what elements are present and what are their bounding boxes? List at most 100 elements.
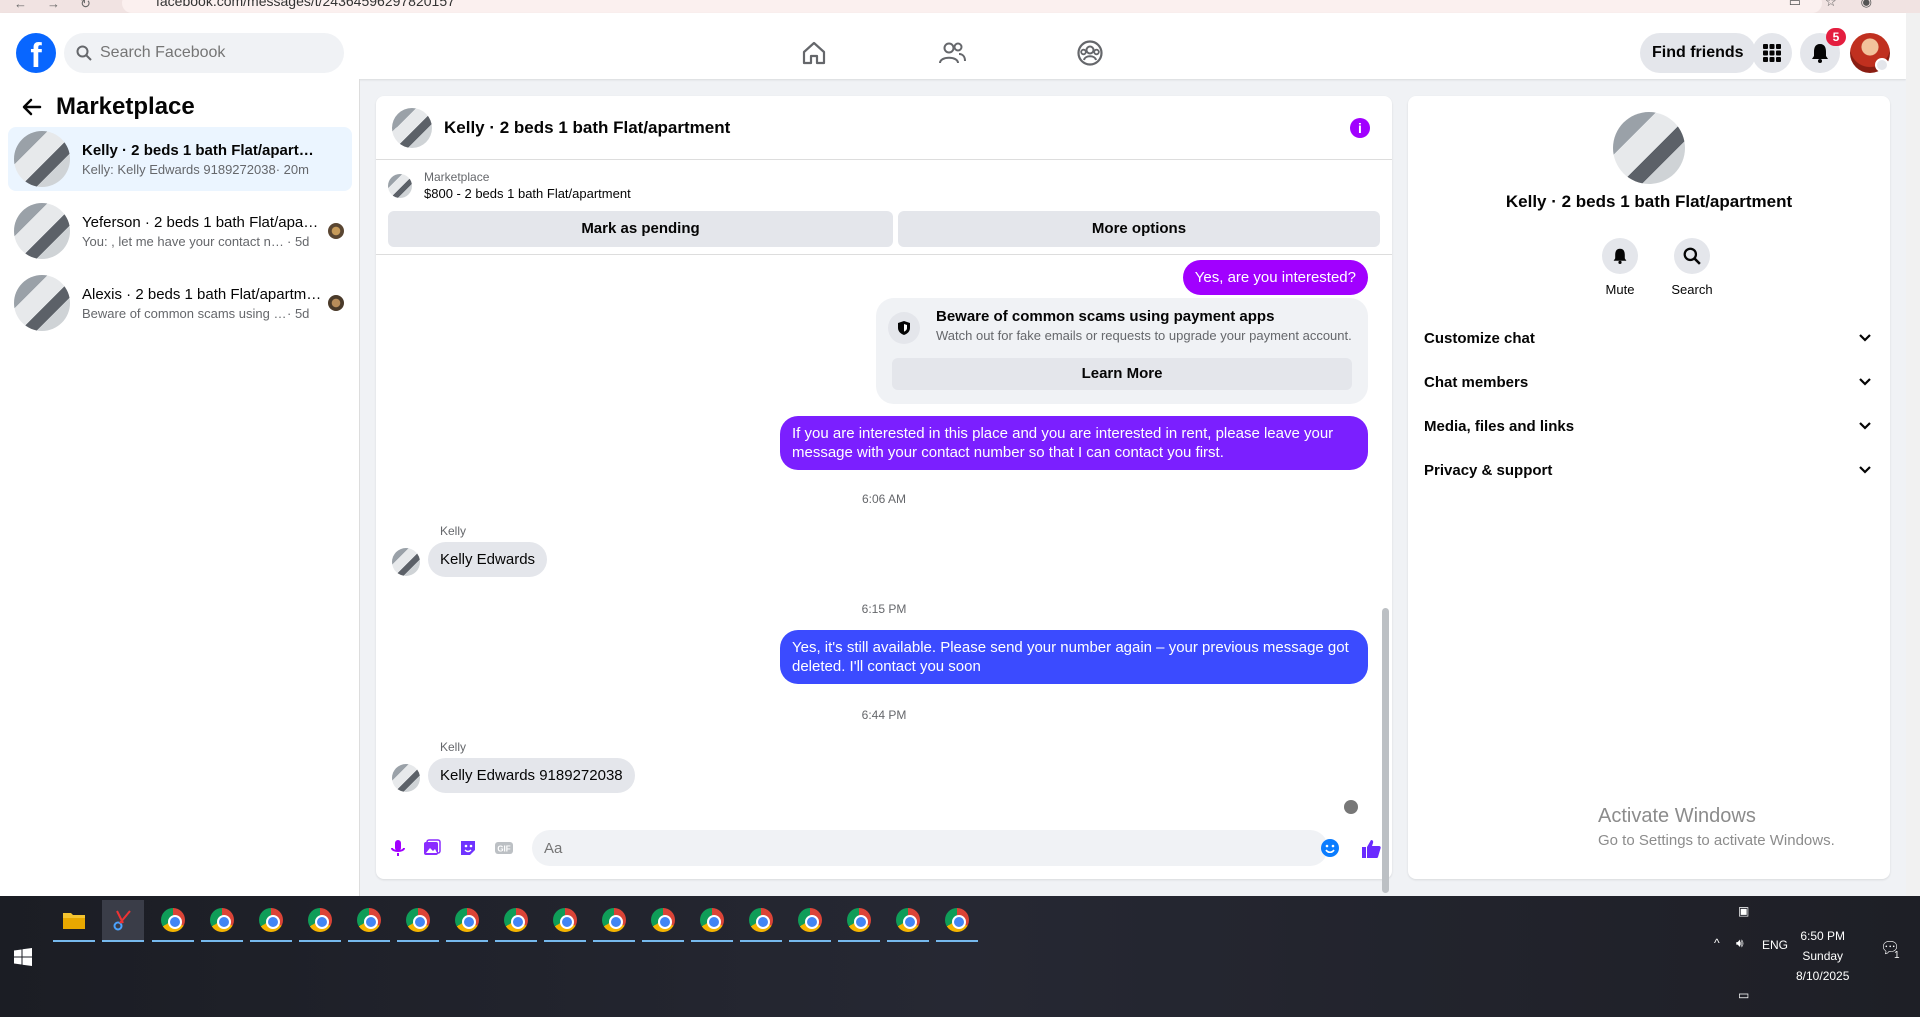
chrome-icon <box>798 908 822 932</box>
forward-arrow-icon[interactable]: → <box>47 0 60 12</box>
volume-icon[interactable]: 🔊︎ <box>1736 936 1744 951</box>
search-action[interactable]: Search <box>1662 238 1722 297</box>
chevron-down-icon[interactable] <box>1875 58 1889 72</box>
search-icon <box>1683 247 1701 265</box>
windows-start-icon[interactable] <box>14 948 32 966</box>
section-chat-members[interactable]: Chat members <box>1416 362 1882 402</box>
network-icon[interactable]: ▭ <box>1738 988 1749 1002</box>
gif-icon[interactable]: GIF <box>494 838 514 858</box>
chat-header: Kelly · 2 beds 1 bath Flat/apartment i <box>376 96 1392 160</box>
reload-icon[interactable]: ↻ <box>80 0 91 12</box>
address-bar[interactable]: facebook.com/messages/t/2436459629782015… <box>122 0 1822 13</box>
chrome-taskbar-icon[interactable] <box>299 900 341 942</box>
conversation-preview: You: , let me have your contact number <box>82 233 287 249</box>
conversation-item-kelly[interactable]: Kelly · 2 beds 1 bath Flat/apartment Kel… <box>8 127 352 191</box>
file-explorer-taskbar-icon[interactable] <box>53 900 95 942</box>
chrome-icon <box>357 908 381 932</box>
profile-icon[interactable]: ◉ <box>1861 0 1872 10</box>
listing-thumbnail <box>14 203 70 259</box>
message-timestamp: 6:06 AM <box>861 492 907 506</box>
system-clock[interactable]: 6:50 PM Sunday 8/10/2025 <box>1796 926 1849 986</box>
chrome-taskbar-icon[interactable] <box>446 900 488 942</box>
search-in-chat-button[interactable] <box>1674 238 1710 274</box>
conversation-item-yeferson[interactable]: Yeferson · 2 beds 1 bath Flat/apartment … <box>8 199 352 263</box>
sidebar-header: Marketplace <box>22 93 195 121</box>
chevron-down-icon <box>1859 466 1871 474</box>
listing-info[interactable]: Marketplace $800 - 2 beds 1 bath Flat/ap… <box>388 170 631 201</box>
marketplace-listing-bar: Marketplace $800 - 2 beds 1 bath Flat/ap… <box>376 160 1392 255</box>
sticker-icon[interactable] <box>458 838 478 858</box>
conversation-time: · 5d <box>287 305 310 321</box>
friends-nav-icon[interactable] <box>938 39 966 67</box>
chrome-taskbar-icon[interactable] <box>593 900 635 942</box>
chrome-icon <box>308 908 332 932</box>
incoming-message: Kelly Edwards <box>428 542 548 577</box>
sender-avatar <box>392 764 420 792</box>
mark-as-pending-button[interactable]: Mark as pending <box>388 211 893 247</box>
chrome-taskbar-icon[interactable] <box>348 900 390 942</box>
conversation-name: Yeferson · 2 beds 1 bath Flat/apartment <box>82 213 322 231</box>
photo-icon[interactable] <box>422 838 442 858</box>
chrome-taskbar-icon[interactable] <box>691 900 733 942</box>
chrome-taskbar-icon[interactable] <box>642 900 684 942</box>
svg-text:GIF: GIF <box>497 845 510 854</box>
bookmark-star-icon[interactable]: ☆ <box>1825 0 1837 10</box>
groups-nav-icon[interactable] <box>1076 39 1104 67</box>
chat-panel: Kelly · 2 beds 1 bath Flat/apartment i M… <box>376 96 1392 893</box>
chrome-taskbar-icon[interactable] <box>936 900 978 942</box>
back-arrow-icon[interactable] <box>22 97 42 117</box>
section-label: Chat members <box>1424 373 1529 391</box>
page-scrollbar[interactable] <box>1906 13 1920 896</box>
conversation-item-alexis[interactable]: Alexis · 2 beds 1 bath Flat/apartment Be… <box>8 271 352 335</box>
listing-title: $800 - 2 beds 1 bath Flat/apartment <box>424 186 631 201</box>
section-media-files-links[interactable]: Media, files and links <box>1416 406 1882 446</box>
section-customize-chat[interactable]: Customize chat <box>1416 318 1882 358</box>
facebook-logo[interactable]: f <box>16 33 56 73</box>
chevron-down-icon <box>1859 378 1871 386</box>
meet-now-icon[interactable]: ▣ <box>1738 904 1749 918</box>
chrome-icon <box>210 908 234 932</box>
mute-action[interactable]: Mute <box>1590 238 1650 297</box>
more-options-button[interactable]: More options <box>898 211 1380 247</box>
chrome-taskbar-icon[interactable] <box>495 900 537 942</box>
cast-icon[interactable]: ▭ <box>1789 0 1801 10</box>
chat-title[interactable]: Kelly · 2 beds 1 bath Flat/apartment <box>444 118 730 138</box>
chat-scrollbar[interactable] <box>1380 358 1390 898</box>
back-arrow-icon[interactable]: ← <box>14 0 27 12</box>
chrome-taskbar-icon[interactable] <box>544 900 586 942</box>
snipping-tool-taskbar-icon[interactable] <box>102 900 144 942</box>
info-icon[interactable]: i <box>1350 118 1370 138</box>
chrome-taskbar-icon[interactable] <box>201 900 243 942</box>
sender-avatar <box>392 548 420 576</box>
message-input-box[interactable] <box>532 830 1328 866</box>
conversation-preview: Beware of common scams using payment app… <box>82 305 287 321</box>
search-bar[interactable] <box>64 33 344 73</box>
find-friends-button[interactable]: Find friends <box>1640 33 1756 73</box>
search-icon <box>76 45 92 61</box>
chrome-taskbar-icon[interactable] <box>789 900 831 942</box>
conversation-time: · 5d <box>287 233 310 249</box>
home-nav-icon[interactable] <box>800 39 828 67</box>
message-input[interactable] <box>544 839 1244 857</box>
thumbs-up-icon[interactable] <box>1360 838 1382 860</box>
chrome-taskbar-icon[interactable] <box>152 900 194 942</box>
mute-button[interactable] <box>1602 238 1638 274</box>
chrome-taskbar-icon[interactable] <box>740 900 782 942</box>
clock-time: 6:50 PM <box>1800 929 1846 943</box>
chrome-taskbar-icon[interactable] <box>887 900 929 942</box>
menu-button[interactable] <box>1752 33 1792 73</box>
learn-more-button[interactable]: Learn More <box>892 358 1352 390</box>
emoji-icon[interactable] <box>1320 838 1340 858</box>
browser-toolbar: ← → ↻ facebook.com/messages/t/2436459629… <box>0 0 1920 13</box>
tray-chevron-up-icon[interactable]: ^ <box>1714 936 1720 950</box>
chat-avatar[interactable] <box>392 107 432 148</box>
chrome-taskbar-icon[interactable] <box>250 900 292 942</box>
section-privacy-support[interactable]: Privacy & support <box>1416 450 1882 490</box>
microphone-icon[interactable] <box>388 838 408 858</box>
chrome-taskbar-icon[interactable] <box>838 900 880 942</box>
chrome-icon <box>553 908 577 932</box>
search-label: Search <box>1671 282 1713 297</box>
chrome-taskbar-icon[interactable] <box>397 900 439 942</box>
search-input[interactable] <box>100 44 300 62</box>
language-indicator[interactable]: ENG <box>1762 938 1788 952</box>
